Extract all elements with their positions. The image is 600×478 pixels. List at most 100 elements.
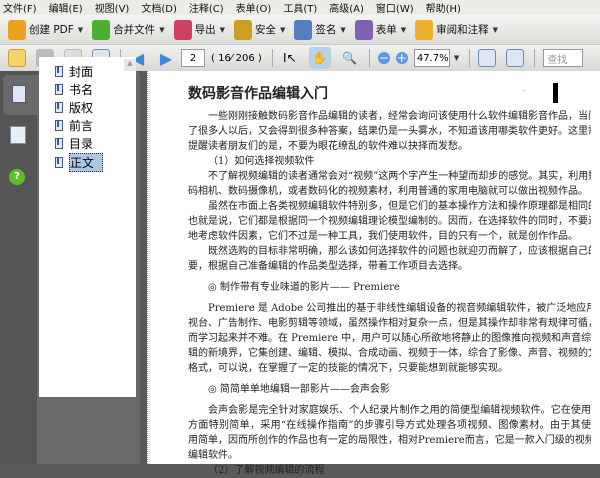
menu-item[interactable]: 编辑(E) — [49, 0, 83, 15]
toolbar-button-icon — [92, 19, 111, 40]
bookmark-label: 前言 — [69, 119, 94, 133]
bookmark-item[interactable]: 正文 — [55, 153, 104, 172]
fit-page-icon[interactable] — [506, 49, 525, 67]
document-text-line: 辑的新境界，它集创建、编辑、模拟、合成动画、视频于一体，综合了影像、声音、视频的… — [188, 348, 591, 359]
divider — [271, 49, 273, 67]
toolbar-button[interactable]: 创建 PDF ▼ — [8, 19, 84, 40]
select-text-icon[interactable]: I↖ — [281, 49, 299, 67]
divider — [368, 49, 370, 67]
document-text-line: 了很多人以后，又会得到很多种答案，结果仍是一头雾水，不知道该用哪类软件更好。这里… — [188, 126, 591, 137]
toolbar-button-label: 安全 — [254, 24, 276, 36]
divider — [534, 49, 536, 67]
bookmark-item[interactable]: 前言 — [55, 117, 93, 134]
task-toolbar: 创建 PDF ▼ 合并文件 ▼ 导出 ▼ 安全 ▼ 签名 ▼ 表单 ▼ 审阅和注释 ▼ — [0, 15, 600, 45]
document-page: 数码影音作品编辑入门 · 一些刚刚接触数码影音作品编辑的读者，经常会询问该使用什… — [147, 71, 600, 476]
menu-bar: 文件(F) 编辑(E) 视图(V) 文档(D) 注释(C) 表单(O) 工具(T) 高级(A)… — [0, 0, 600, 15]
document-text-line: 地考虑软件因素，它们不过是一种工具，我们使用软件，目的只有一个，就是创作作品。 — [188, 231, 578, 242]
menu-item[interactable]: 注释(C) — [189, 0, 224, 15]
chevron-down-icon: ▼ — [279, 25, 286, 34]
signatures-icon[interactable] — [10, 126, 26, 144]
bookmark-icon — [55, 120, 63, 131]
document-text-line: 会声会影是完全针对家庭娱乐、个人纪录片制作之用的简便型编辑视频软件。它在使用 — [208, 405, 591, 416]
toolbar-button-icon — [173, 19, 192, 40]
bookmark-item[interactable]: 版权 — [55, 99, 93, 116]
document-text-line: 编辑软件。 — [188, 450, 238, 461]
chevron-down-icon: ▼ — [159, 25, 165, 34]
toolbar-button-label: 签名 — [315, 24, 337, 36]
toolbar-button-label: 合并文件 — [113, 24, 156, 36]
bookmark-icon — [55, 138, 63, 149]
zoom-dropdown-icon[interactable]: ▼ — [454, 54, 459, 62]
toolbar-button[interactable]: 签名 ▼ — [294, 19, 346, 40]
document-text-line: 码相机、数码摄像机，或者数码化的视频素材，利用普通的家用电脑就可以做出视频作品。 — [188, 186, 588, 197]
page-edge-mark — [553, 83, 558, 103]
help-icon[interactable]: ? — [9, 169, 25, 185]
bookmark-label: 封面 — [69, 65, 94, 79]
bookmark-item[interactable]: 封面 — [55, 63, 93, 80]
chevron-down-icon: ▼ — [400, 25, 407, 34]
hand-tool-icon[interactable]: ✋ — [308, 47, 331, 69]
menu-item[interactable]: 文档(D) — [141, 0, 177, 15]
chevron-down-icon: ▼ — [340, 25, 346, 34]
document-text-line: 也就是说，它们都是根据同一个视频编辑理论模型编制的。因而，在选择软件的同时，不要… — [188, 216, 591, 227]
document-text-line: 一些刚刚接触数码影音作品编辑的读者，经常会询问该使用什么软件编辑影音作品，当问过 — [208, 111, 591, 122]
document-text-line: Premiere 是 Adobe 公司推出的基于非线性编辑设备的视音频编辑软件，… — [208, 303, 591, 314]
open-folder-icon[interactable] — [8, 49, 26, 67]
chevron-down-icon: ▼ — [77, 25, 84, 34]
toolbar-button[interactable]: 导出 ▼ — [173, 19, 225, 40]
bookmark-icon — [55, 157, 63, 168]
document-text-line: 视台、广告制作、电影剪辑等领域，虽然操作相对复杂一点，但是其操作却非常有规律可循… — [188, 318, 591, 329]
bookmark-icon — [55, 66, 63, 77]
bookmark-item[interactable]: 书名 — [55, 81, 93, 98]
bookmark-list: ▲ 封面书名版权前言目录 正文 — [39, 57, 136, 397]
document-text-line: 既然选购的目标非常明确，那么该如何选择软件的问题也就迎刃而解了，应该根据自己的需 — [208, 246, 591, 257]
bookmark-label: 书名 — [69, 83, 94, 97]
toolbar-button-label: 审阅和注释 — [436, 24, 489, 36]
toolbar-button-icon — [415, 19, 434, 40]
toolbar-button[interactable]: 合并文件 ▼ — [92, 19, 165, 40]
toolbar-button[interactable]: 安全 ▼ — [233, 19, 286, 40]
bookmark-label: 版权 — [69, 101, 94, 115]
bookmarks-tab[interactable] — [3, 75, 40, 115]
document-text-line: 不了解视频编辑的读者通常会对“视频”这两个字产生一种望而却步的感觉。其实，利用数 — [208, 171, 591, 182]
bookmark-icon — [55, 102, 63, 113]
menu-item[interactable]: 高级(A) — [329, 0, 364, 15]
menu-item[interactable]: 工具(T) — [283, 0, 317, 15]
scroll-up-button[interactable]: ▲ — [124, 59, 136, 71]
toolbar-button-icon — [354, 19, 373, 40]
toolbar-button[interactable]: 表单 ▼ — [354, 19, 407, 40]
toolbar-button-icon — [233, 19, 252, 40]
chevron-down-icon: ▼ — [492, 25, 499, 34]
fit-width-icon[interactable] — [478, 49, 497, 67]
marquee-zoom-icon[interactable]: 🔍 — [341, 49, 359, 67]
menu-item[interactable]: 窗口(W) — [376, 0, 414, 15]
menu-item[interactable]: 帮助(H) — [426, 0, 461, 15]
document-text-line: 虽然在市面上各类视频编辑软件特别多，但是它们的基本操作方法和操作原理都是相同的， — [208, 201, 591, 212]
document-text-line: 格式，可以说，在掌握了一定的技能的情况下，只要能想到就能够实现。 — [188, 363, 508, 374]
document-text-line: （2）了解视频编辑的流程 — [208, 465, 325, 476]
chevron-down-icon: ▼ — [219, 25, 225, 34]
menu-item[interactable]: 文件(F) — [3, 0, 37, 15]
toolbar-button-label: 表单 — [375, 24, 397, 36]
document-title: 数码影音作品编辑入门 — [188, 86, 328, 102]
bookmark-label: 正文 — [69, 153, 104, 172]
zoom-level-input[interactable]: 47.7% — [413, 49, 450, 67]
search-input[interactable]: 查找 — [543, 49, 584, 67]
document-text-line: 而学习起来并不难。在 Premiere 中，用户可以随心所欲地将静止的图像推向视… — [188, 333, 591, 344]
toolbar-button-icon — [294, 19, 313, 40]
menu-item[interactable]: 表单(O) — [236, 0, 272, 15]
bookmarks-icon — [12, 85, 26, 103]
next-page-icon[interactable]: ▶ — [157, 49, 175, 68]
document-text-line: ◎ 简简单单地编辑一部影片——会声会影 — [208, 384, 390, 395]
toolbar-button[interactable]: 审阅和注释 ▼ — [415, 19, 499, 40]
document-text-line: （1）如何选择视频软件 — [208, 156, 315, 167]
menu-item[interactable]: 视图(V) — [95, 0, 130, 15]
document-text-line: 方面特别简单，采用“在线操作指南”的步骤引导方式处理各项视频、图像素材。由于其使 — [188, 420, 591, 431]
page-number-input[interactable]: 2 — [181, 49, 205, 67]
bookmark-item[interactable]: 目录 — [55, 135, 93, 152]
zoom-out-icon[interactable]: − — [377, 51, 390, 65]
zoom-in-icon[interactable]: + — [395, 51, 408, 65]
document-text-line: 提醒读者朋友们的是，不要为眼花缭乱的软件难以抉择而发愁。 — [188, 141, 468, 152]
document-text-line: 要，根据自己准备编辑的作品类型选择，带着工作项目去选择。 — [188, 261, 468, 272]
document-text-line: ◎ 制作带有专业味道的影片—— Premiere — [208, 282, 400, 293]
